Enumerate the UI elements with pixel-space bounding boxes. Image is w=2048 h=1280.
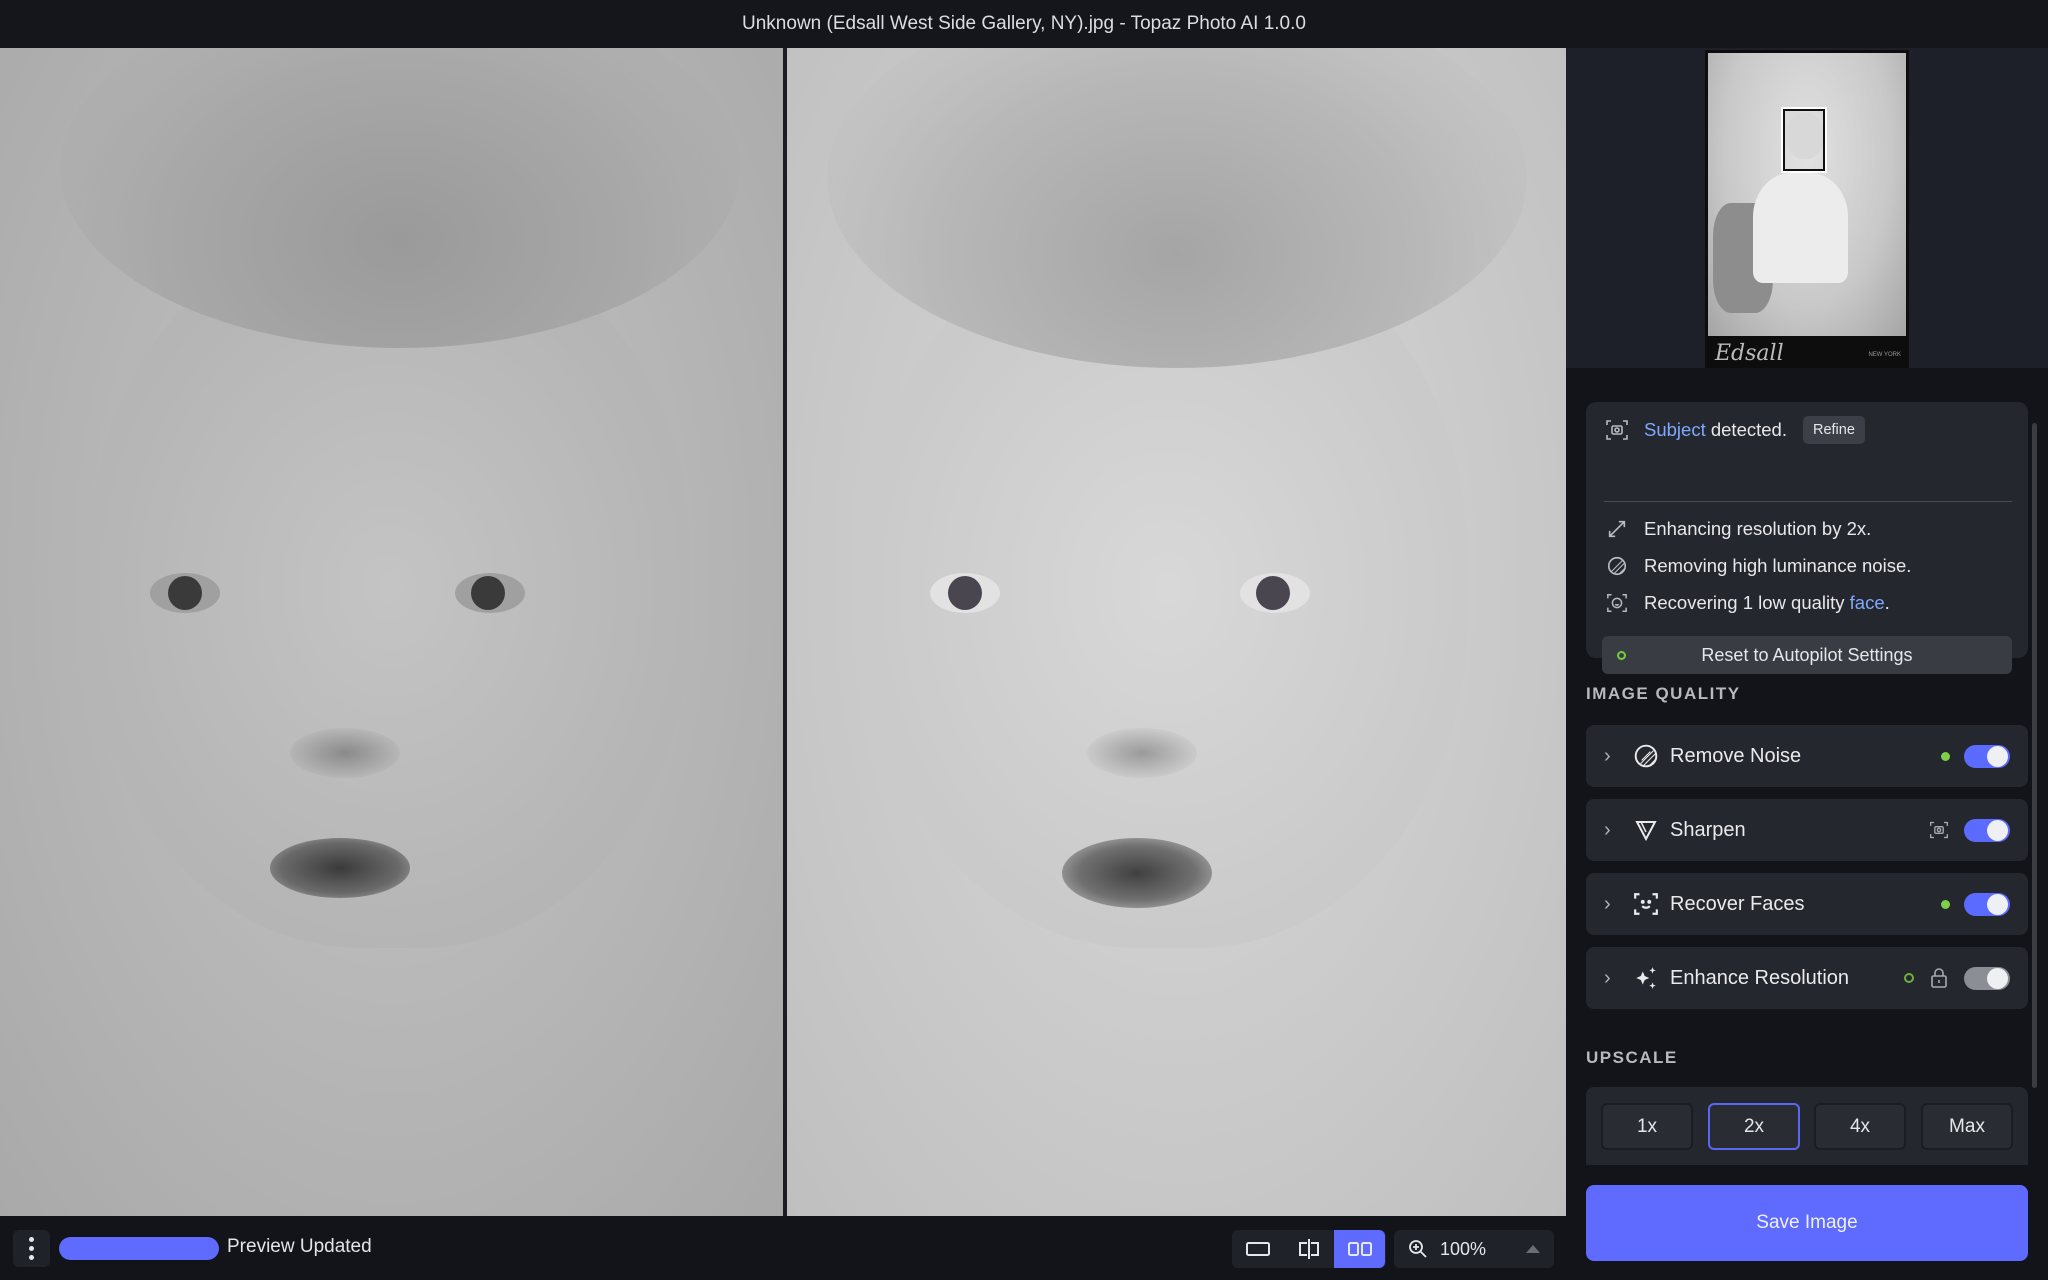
- more-options-button[interactable]: [13, 1230, 50, 1267]
- remove-noise-toggle[interactable]: [1964, 744, 2010, 768]
- reset-autopilot-label: Reset to Autopilot Settings: [1701, 644, 1913, 665]
- subject-scan-icon: [1928, 819, 1950, 841]
- view-mode-group: [1232, 1230, 1386, 1268]
- image-quality-title: IMAGE QUALITY: [1586, 684, 1741, 703]
- enhanced-hair: [827, 48, 1527, 368]
- feature-label: Recover Faces: [1670, 892, 1805, 915]
- preview-status: Preview Updated: [227, 1236, 372, 1257]
- bottom-toolbar: Preview Updated 100%: [0, 1216, 1566, 1280]
- autopilot-item: Removing high luminance noise.: [1604, 553, 1911, 579]
- autopilot-divider: [1604, 501, 2012, 502]
- feature-sharpen[interactable]: › Sharpen: [1586, 799, 2028, 861]
- sharpen-icon: [1632, 816, 1660, 844]
- original-mouth: [270, 838, 410, 898]
- feature-enhance-resolution[interactable]: › Enhance Resolution: [1586, 947, 2028, 1009]
- title-bar: Unknown (Edsall West Side Gallery, NY).j…: [0, 0, 2048, 48]
- enhanced-mouth: [1062, 838, 1212, 908]
- original-hair: [60, 48, 740, 348]
- lock-icon: [1928, 967, 1950, 989]
- upscale-2x-button[interactable]: 2x: [1708, 1103, 1800, 1150]
- autopilot-status-dot: [1617, 651, 1626, 660]
- right-sidebar: Edsall NEW YORK Subject detected. Refine…: [1566, 48, 2048, 1280]
- active-indicator-dot: [1941, 899, 1950, 909]
- chevron-right-icon[interactable]: ›: [1604, 893, 1618, 916]
- split-view-button[interactable]: [1283, 1230, 1334, 1268]
- recover-faces-toggle[interactable]: [1964, 892, 2010, 916]
- active-indicator-dot: [1941, 751, 1950, 761]
- reset-autopilot-button[interactable]: Reset to Autopilot Settings: [1602, 636, 2012, 674]
- subject-detected-row: Subject detected. Refine: [1604, 416, 1865, 444]
- original-nose: [290, 728, 400, 778]
- thumbnail-signature: Edsall: [1715, 341, 1784, 366]
- preview-progress-bar: [59, 1237, 219, 1260]
- kebab-dot: [29, 1255, 34, 1260]
- noise-icon: [1604, 553, 1630, 579]
- thumbnail-city: NEW YORK: [1868, 352, 1901, 358]
- sidebar-scrollbar[interactable]: [2032, 423, 2037, 1088]
- split-view-icon: [1298, 1239, 1319, 1259]
- navigator-thumbnail[interactable]: Edsall NEW YORK: [1705, 50, 1909, 368]
- kebab-dot: [29, 1246, 34, 1251]
- autopilot-item-text: Recovering 1 low quality: [1644, 592, 1850, 613]
- noise-icon: [1632, 742, 1660, 770]
- enhanced-nose: [1087, 728, 1197, 778]
- face-icon: [1632, 890, 1660, 918]
- save-image-button[interactable]: Save Image: [1586, 1185, 2028, 1261]
- autopilot-panel: Subject detected. Refine Enhancing resol…: [1586, 402, 2028, 674]
- autopilot-item: Enhancing resolution by 2x.: [1604, 516, 1871, 542]
- sparkle-icon: [1632, 964, 1660, 992]
- autopilot-item: Recovering 1 low quality face .: [1604, 590, 1890, 616]
- original-left-eye: [150, 573, 220, 613]
- single-view-icon: [1245, 1242, 1270, 1256]
- single-view-button[interactable]: [1232, 1230, 1283, 1268]
- subject-link[interactable]: Subject: [1644, 419, 1706, 441]
- feature-label: Enhance Resolution: [1670, 966, 1850, 989]
- subject-scan-icon: [1604, 417, 1630, 443]
- upscale-1x-button[interactable]: 1x: [1601, 1103, 1693, 1150]
- chevron-right-icon[interactable]: ›: [1604, 967, 1618, 990]
- side-by-side-icon: [1347, 1242, 1372, 1256]
- thumbnail-photo: [1708, 53, 1906, 336]
- autopilot-item-text: Removing high luminance noise.: [1644, 555, 1912, 576]
- face-scan-icon: [1604, 590, 1630, 616]
- navigator-panel[interactable]: Edsall NEW YORK: [1566, 48, 2048, 368]
- preview-image-pane[interactable]: [787, 48, 1566, 1216]
- kebab-dot: [29, 1237, 34, 1242]
- inactive-indicator-dot: [1904, 973, 1914, 983]
- window-title: Unknown (Edsall West Side Gallery, NY).j…: [742, 13, 1306, 34]
- autopilot-item-suffix: .: [1884, 592, 1890, 613]
- zoom-control[interactable]: 100%: [1394, 1230, 1554, 1268]
- sharpen-toggle[interactable]: [1964, 818, 2010, 842]
- enhance-resolution-toggle[interactable]: [1964, 966, 2010, 990]
- side-by-side-view-button[interactable]: [1334, 1230, 1385, 1268]
- subject-detected-text: detected.: [1705, 419, 1787, 440]
- feature-remove-noise[interactable]: › Remove Noise: [1586, 725, 2028, 787]
- upscale-4x-button[interactable]: 4x: [1814, 1103, 1906, 1150]
- feature-recover-faces[interactable]: › Recover Faces: [1586, 873, 2028, 935]
- refine-button[interactable]: Refine: [1802, 416, 1865, 444]
- feature-label: Sharpen: [1670, 818, 1746, 841]
- enhanced-left-eye: [930, 573, 1000, 613]
- zoom-in-icon[interactable]: [1408, 1239, 1428, 1259]
- chevron-right-icon[interactable]: ›: [1604, 819, 1618, 842]
- thumbnail-dress: [1753, 173, 1848, 283]
- navigator-viewport-box[interactable]: [1781, 107, 1827, 173]
- zoom-dropdown-caret[interactable]: [1526, 1245, 1540, 1253]
- feature-label: Remove Noise: [1670, 744, 1802, 767]
- original-image-pane[interactable]: [0, 48, 783, 1216]
- resize-arrows-icon: [1604, 516, 1630, 542]
- zoom-level: 100%: [1440, 1238, 1487, 1259]
- upscale-max-button[interactable]: Max: [1921, 1103, 2013, 1150]
- upscale-options: 1x 2x 4x Max: [1586, 1087, 2028, 1165]
- original-right-eye: [455, 573, 525, 613]
- chevron-right-icon[interactable]: ›: [1604, 745, 1618, 768]
- autopilot-item-text: Enhancing resolution by 2x.: [1644, 518, 1872, 539]
- upscale-title: UPSCALE: [1586, 1048, 1678, 1067]
- face-link[interactable]: face: [1850, 592, 1885, 614]
- enhanced-right-eye: [1240, 573, 1310, 613]
- image-viewer[interactable]: [0, 48, 1566, 1216]
